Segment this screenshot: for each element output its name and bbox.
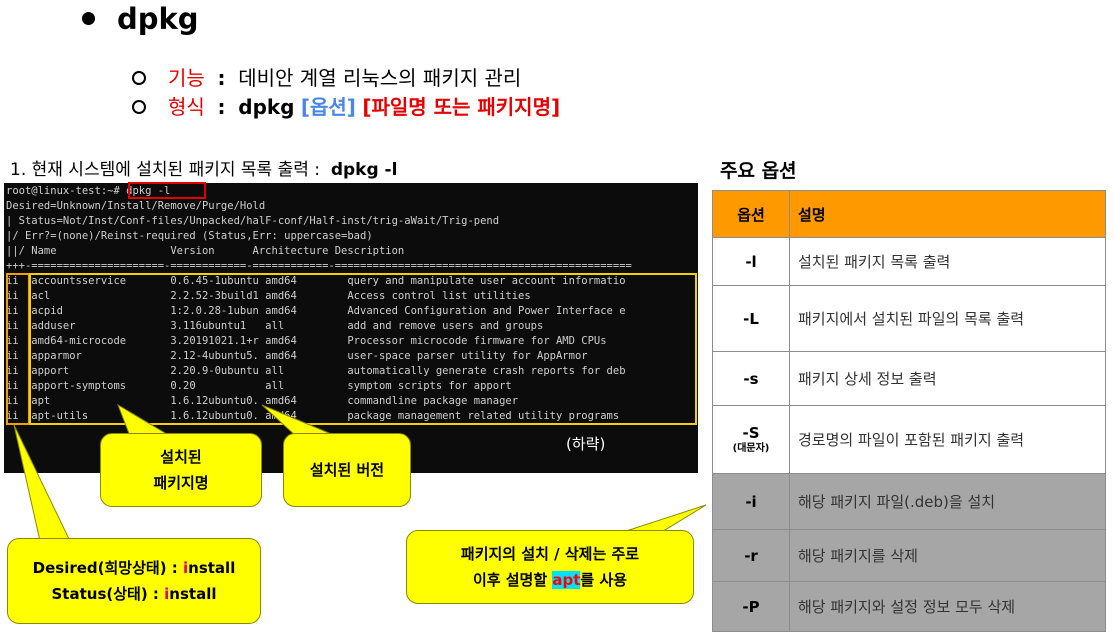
options-header-row: 옵션 설명: [712, 190, 1106, 238]
table-row: -r 해당 패키지를 삭제: [712, 529, 1106, 582]
note-pre: 이후 설명할: [472, 571, 553, 589]
callout-pointer: [13, 424, 71, 542]
callout-line: 패키지의 설치 / 삭제는 주로: [460, 545, 640, 563]
callout-desired-status: Desired(희망상태) : install Status(상태) : ins…: [7, 538, 261, 624]
description-cell: 패키지에서 설치된 파일의 목록 출력: [789, 285, 1106, 352]
table-row: -s 패키지 상세 정보 출력: [712, 351, 1106, 406]
status-label: Status(상태) :: [51, 585, 165, 603]
callout-installed-version: 설치된 버전: [283, 433, 411, 507]
option-cell: -r: [712, 529, 790, 582]
option-cell: -P: [712, 581, 790, 632]
option-cell: -S (대문자): [712, 405, 790, 474]
description-cell: 해당 패키지 파일(.deb)을 설치: [789, 473, 1106, 530]
desired-rest: nstall: [188, 559, 236, 577]
option-cell: -L: [712, 285, 790, 352]
callout-line: 패키지명: [153, 474, 209, 492]
option-cell: -s: [712, 351, 790, 406]
options-title: 주요 옵션: [720, 160, 797, 182]
callout-desired-line: Desired(희망상태) : install: [33, 555, 236, 581]
callout-line: 이후 설명할 apt를 사용: [461, 567, 639, 593]
option-text: -S: [742, 423, 760, 442]
option-note: (대문자): [732, 442, 770, 454]
table-row: -i 해당 패키지 파일(.deb)을 설치: [712, 473, 1106, 530]
options-table: 옵션 설명 -l 설치된 패키지 목록 출력 -L 패키지에서 설치된 파일의 목록…: [712, 190, 1106, 632]
description-cell: 설치된 패키지 목록 출력: [789, 237, 1106, 286]
option-cell: -i: [712, 473, 790, 530]
note-apt: apt: [552, 571, 581, 589]
description-cell: 해당 패키지를 삭제: [789, 529, 1106, 582]
callout-pointer: [619, 504, 707, 534]
callout-pointer: [117, 403, 172, 437]
table-row: -P 해당 패키지와 설정 정보 모두 삭제: [712, 581, 1106, 632]
callout-pointer: [261, 404, 337, 437]
header-option: 옵션: [712, 190, 790, 238]
callout-apt-note: 패키지의 설치 / 삭제는 주로 이후 설명할 apt를 사용: [406, 530, 694, 604]
desired-label: Desired(희망상태) :: [32, 559, 183, 577]
callout-line: 설치된: [160, 448, 202, 466]
table-row: -L 패키지에서 설치된 파일의 목록 출력: [712, 285, 1106, 352]
description-cell: 경로명의 파일이 포함된 패키지 출력: [789, 405, 1106, 474]
option-cell: -l: [712, 237, 790, 286]
description-cell: 패키지 상세 정보 출력: [789, 351, 1106, 406]
header-description: 설명: [789, 190, 1106, 238]
note-post: 를 사용: [580, 571, 628, 589]
description-cell: 해당 패키지와 설정 정보 모두 삭제: [789, 581, 1106, 632]
callout-installed-package-name: 설치된패키지명: [100, 433, 262, 507]
table-row: -l 설치된 패키지 목록 출력: [712, 237, 1106, 286]
callout-line: 설치된 버전: [309, 461, 385, 479]
callout-status-line: Status(상태) : install: [33, 581, 236, 607]
status-rest: nstall: [169, 585, 217, 603]
table-row: -S (대문자) 경로명의 파일이 포함된 패키지 출력: [712, 405, 1106, 474]
